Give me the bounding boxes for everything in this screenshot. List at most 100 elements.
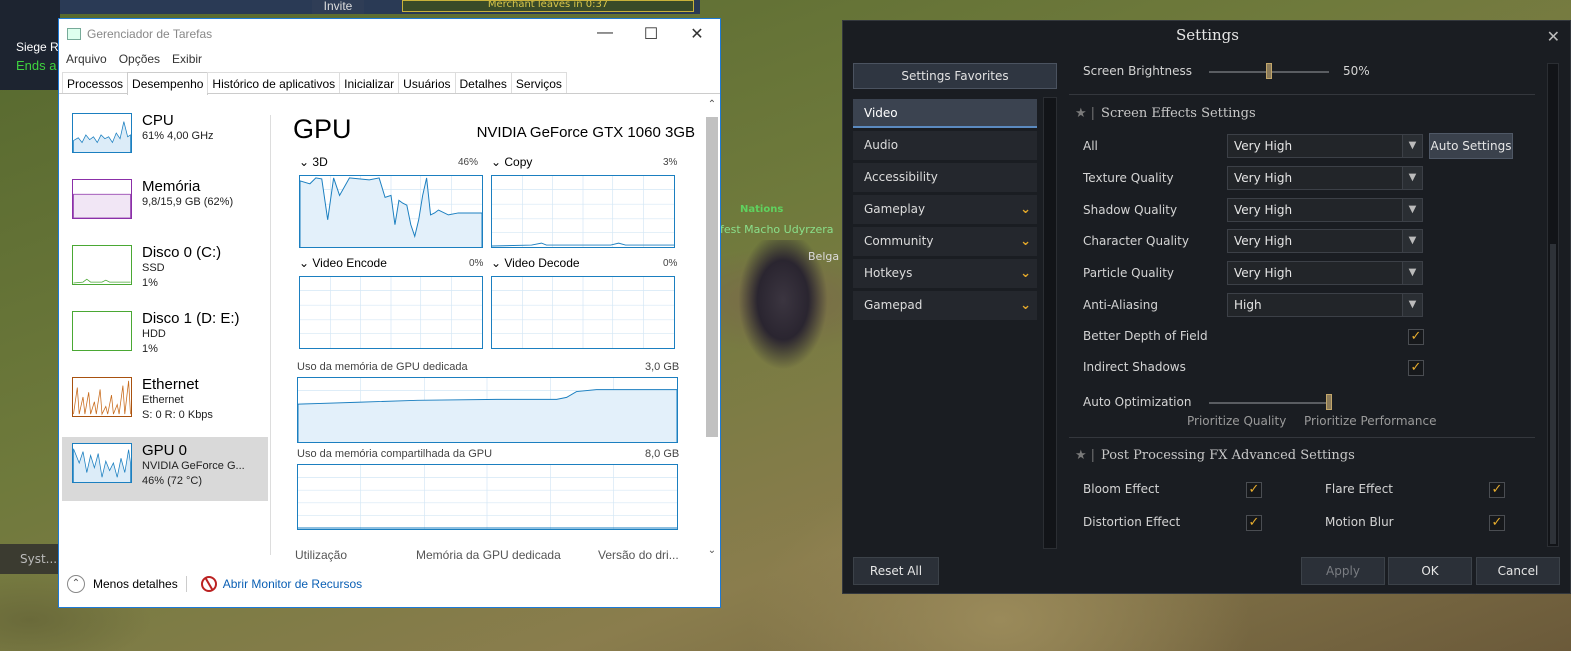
menu-exibir[interactable]: Exibir [172, 52, 202, 66]
shared-memory-label: Uso da memória compartilhada da GPU [297, 448, 493, 460]
motion-blur-label: Motion Blur [1325, 515, 1394, 529]
vertical-scrollbar[interactable]: ⌃ ⌄ [705, 99, 719, 559]
resource-ethernet[interactable]: Ethernet Ethernet S: 0 R: 0 Kbps [62, 371, 268, 435]
nav-hotkeys[interactable]: Hotkeys ⌄ [853, 259, 1037, 288]
engine-video-encode-label[interactable]: ⌄ Video Encode [299, 256, 387, 270]
resource-detail: SSD [142, 262, 165, 274]
nav-gamepad[interactable]: Gamepad ⌄ [853, 291, 1037, 320]
nav-scrollbar[interactable] [1043, 97, 1057, 549]
resource-disk-0[interactable]: Disco 0 (C:) SSD 1% [62, 239, 268, 303]
auto-optimization-slider-knob[interactable] [1326, 394, 1332, 410]
settings-scrollbar[interactable] [1547, 63, 1559, 547]
chevron-down-icon: ⌄ [1020, 234, 1031, 249]
open-resource-monitor-link[interactable]: Abrir Monitor de Recursos [223, 577, 362, 591]
npc-name: Belga [808, 250, 840, 263]
resource-detail: Ethernet [142, 394, 184, 406]
flare-effect-checkbox[interactable]: ✓ [1489, 482, 1505, 498]
chevron-down-icon: ⌄ [1020, 266, 1031, 281]
engine-3d-label[interactable]: ⌄ 3D [299, 155, 328, 169]
nav-video[interactable]: Video [853, 99, 1037, 128]
tab-processos[interactable]: Processos [62, 72, 129, 93]
title-bar: Gerenciador de Tarefas — ☐ ✕ [59, 19, 720, 49]
chevron-up-icon[interactable]: ⌃ [67, 575, 85, 593]
gpu-thumbnail-graph [72, 443, 132, 483]
gpu-title: GPU [293, 114, 352, 144]
section-divider [1069, 437, 1535, 438]
scroll-down-icon[interactable]: ⌄ [705, 545, 719, 556]
star-icon[interactable]: ★ [1075, 448, 1087, 463]
scrollbar-thumb[interactable] [1550, 244, 1556, 544]
reset-all-button[interactable]: Reset All [853, 557, 939, 585]
game-settings-window: Settings ✕ Settings Favorites Video Audi… [842, 20, 1571, 594]
dropdown-all[interactable]: Very High ▼ [1227, 134, 1423, 158]
motion-blur-checkbox[interactable]: ✓ [1489, 515, 1505, 531]
chevron-down-icon: ▼ [1402, 199, 1422, 221]
settings-favorites-button[interactable]: Settings Favorites [853, 63, 1057, 89]
bloom-effect-checkbox[interactable]: ✓ [1246, 482, 1262, 498]
indirect-shadows-checkbox[interactable]: ✓ [1408, 360, 1424, 376]
resource-gpu-0[interactable]: GPU 0 NVIDIA GeForce G... 46% (72 °C) [62, 437, 268, 501]
panel-divider [270, 115, 271, 555]
tab-detalhes[interactable]: Detalhes [454, 72, 512, 93]
engine-copy-label[interactable]: ⌄ Copy [491, 155, 532, 169]
better-dof-checkbox[interactable]: ✓ [1408, 329, 1424, 345]
footer-bar: ⌃ Menos detalhes Abrir Monitor de Recurs… [67, 575, 362, 593]
nav-audio[interactable]: Audio [853, 131, 1037, 160]
shared-memory-graph [297, 464, 678, 530]
engine-video-decode-label[interactable]: ⌄ Video Decode [491, 256, 580, 270]
ok-button[interactable]: OK [1388, 557, 1472, 585]
tab-servicos[interactable]: Serviços [510, 72, 567, 93]
star-icon[interactable]: ★ [1075, 106, 1087, 121]
dropdown-shadow-quality[interactable]: Very High ▼ [1227, 198, 1423, 222]
resource-monitor-icon[interactable] [200, 576, 217, 592]
flare-effect-label: Flare Effect [1325, 482, 1393, 496]
resource-name: Ethernet [142, 376, 199, 393]
close-icon[interactable]: ✕ [1547, 27, 1560, 46]
nav-accessibility[interactable]: Accessibility [853, 163, 1037, 192]
maximize-button[interactable]: ☐ [628, 24, 674, 44]
auto-settings-button[interactable]: Auto Settings [1429, 133, 1513, 159]
engine-copy-percent: 3% [663, 157, 678, 168]
quality-label-character: Character Quality [1083, 234, 1189, 248]
resource-list: CPU 61% 4,00 GHz Memória 9,8/15,9 GB (62… [62, 107, 268, 557]
resource-cpu[interactable]: CPU 61% 4,00 GHz [62, 107, 268, 171]
menu-arquivo[interactable]: Arquivo [66, 52, 107, 66]
cancel-button[interactable]: Cancel [1476, 557, 1560, 585]
dropdown-texture-quality[interactable]: Very High ▼ [1227, 166, 1423, 190]
menu-opcoes[interactable]: Opções [119, 52, 160, 66]
dropdown-anti-aliasing[interactable]: High ▼ [1227, 293, 1423, 317]
brightness-slider-knob[interactable] [1266, 63, 1272, 79]
resource-memory[interactable]: Memória 9,8/15,9 GB (62%) [62, 173, 268, 237]
character-guild-name: Nations [740, 204, 784, 215]
apply-button[interactable]: Apply [1301, 557, 1385, 585]
tab-desempenho[interactable]: Desempenho [127, 72, 209, 95]
less-details-link[interactable]: Menos detalhes [93, 577, 178, 591]
minimize-button[interactable]: — [582, 24, 628, 44]
nav-gameplay[interactable]: Gameplay ⌄ [853, 195, 1037, 224]
resource-name: Disco 1 (D: E:) [142, 310, 240, 327]
dropdown-particle-quality[interactable]: Very High ▼ [1227, 261, 1423, 285]
nav-community[interactable]: Community ⌄ [853, 227, 1037, 256]
chevron-down-icon: ▼ [1402, 135, 1422, 157]
tab-inicializar[interactable]: Inicializar [339, 72, 400, 93]
chat-system-tab[interactable]: Syst... [0, 544, 58, 574]
tab-usuarios[interactable]: Usuários [398, 72, 456, 93]
memory-thumbnail-graph [72, 179, 132, 219]
resource-detail: 61% 4,00 GHz [142, 130, 214, 142]
task-manager-window: Gerenciador de Tarefas — ☐ ✕ Arquivo Opç… [58, 18, 721, 608]
scroll-up-icon[interactable]: ⌃ [705, 99, 719, 110]
scrollbar-thumb[interactable] [706, 117, 718, 437]
dedicated-memory-label: Uso da memória de GPU dedicada [297, 361, 468, 373]
screen-effects-header: ★ | Screen Effects Settings [1075, 106, 1256, 121]
auto-optimization-slider-track[interactable] [1209, 402, 1329, 404]
close-button[interactable]: ✕ [674, 24, 720, 44]
distortion-effect-checkbox[interactable]: ✓ [1246, 515, 1262, 531]
brightness-value: 50% [1343, 64, 1370, 78]
engine-video-decode-percent: 0% [663, 258, 678, 269]
resource-disk-1[interactable]: Disco 1 (D: E:) HDD 1% [62, 305, 268, 369]
resource-name: Memória [142, 178, 201, 195]
better-dof-label: Better Depth of Field [1083, 329, 1208, 343]
invite-button[interactable]: Invite [312, 0, 364, 14]
tab-historico[interactable]: Histórico de aplicativos [207, 72, 341, 93]
dropdown-character-quality[interactable]: Very High ▼ [1227, 229, 1423, 253]
